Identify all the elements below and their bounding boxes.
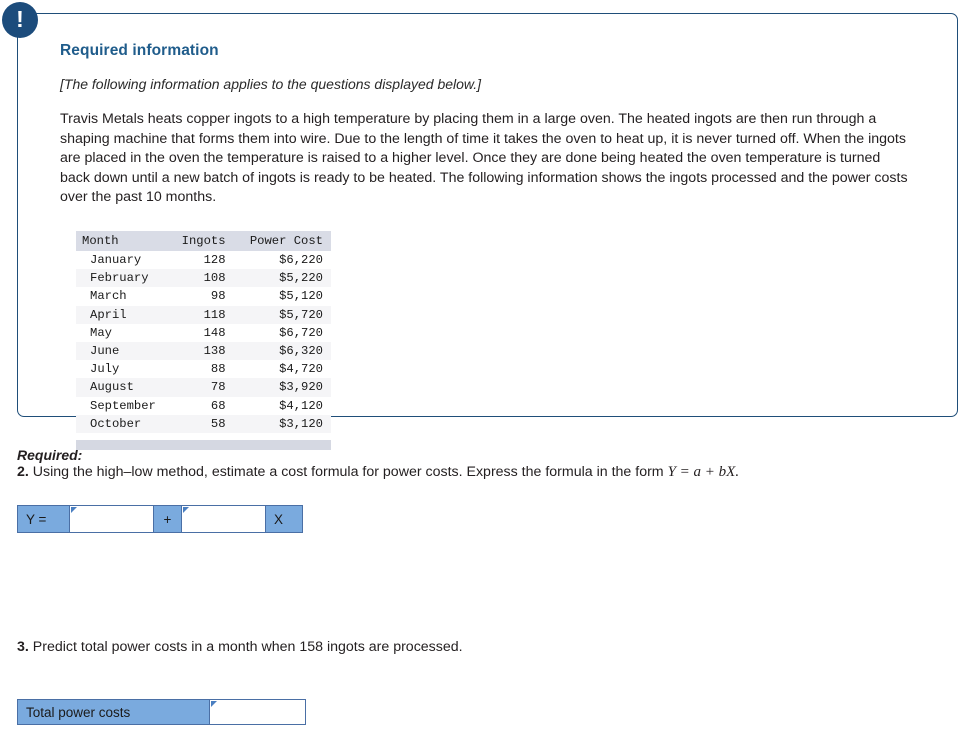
question-3-text: Predict total power costs in a month whe… — [28, 639, 463, 655]
cell-month: February — [76, 269, 170, 288]
question-2: 2. Using the high–low method, estimate a… — [17, 464, 739, 481]
table-row: October 58 $3,120 — [76, 414, 331, 433]
slope-input[interactable] — [182, 506, 265, 532]
table-header-row: Month Ingots Power Cost — [76, 231, 331, 251]
question-2-formula: Y = a + bX. — [667, 464, 740, 480]
x-variable-label: X — [266, 506, 302, 532]
page-title: Required information — [60, 42, 219, 59]
cell-month: March — [90, 289, 127, 304]
table-row: August 78 $3,920 — [76, 378, 331, 397]
table-head: Month Ingots Power Cost — [76, 231, 331, 251]
exclamation-glyph: ! — [16, 5, 24, 32]
cell-power-cost: $5,720 — [235, 305, 331, 324]
scenario-paragraph: Travis Metals heats copper ingots to a h… — [60, 111, 908, 205]
cell-month: October — [76, 414, 170, 433]
cell-power-cost: $3,920 — [235, 378, 331, 397]
cell-ingots: 68 — [210, 398, 226, 413]
ingots-power-cost-table-wrapper: Month Ingots Power Cost January 128 $6,2… — [76, 231, 331, 450]
cell-ingots: 98 — [210, 289, 226, 304]
column-header-ingots: Ingots — [169, 231, 236, 251]
total-power-costs-input[interactable] — [210, 700, 305, 724]
required-information-card: Required information [The following info… — [17, 13, 958, 450]
cell-power-cost: $6,320 — [235, 341, 331, 361]
cell-month: August — [76, 378, 170, 397]
cell-month: September — [90, 398, 156, 413]
table-footer-bar — [76, 439, 331, 450]
exclamation-icon: ! — [2, 2, 38, 38]
column-header-month: Month — [76, 231, 170, 251]
table-row: April 118 $5,720 — [76, 305, 331, 324]
input-marker-icon — [71, 507, 77, 513]
column-header-power-cost: Power Cost — [235, 231, 331, 251]
intercept-input-cell[interactable] — [70, 506, 154, 532]
cell-power-cost: $3,120 — [235, 414, 331, 433]
input-marker-icon — [183, 507, 189, 513]
question-2-text: Using the high–low method, estimate a co… — [28, 464, 668, 480]
cell-month: January — [90, 253, 142, 268]
cell-power-cost: $6,220 — [279, 253, 323, 268]
question-2-number: 2. — [17, 464, 29, 480]
cell-ingots: 78 — [169, 378, 236, 397]
cell-ingots: 88 — [210, 362, 226, 377]
cell-ingots: 58 — [169, 414, 236, 433]
input-marker-icon — [211, 701, 217, 707]
answer-row-total-power-costs: Total power costs — [17, 699, 306, 725]
table-row: July 88 $4,720 — [76, 360, 331, 378]
cell-power-cost: $4,120 — [279, 398, 323, 413]
table-row: June 138 $6,320 — [76, 341, 331, 361]
slope-input-cell[interactable] — [182, 506, 266, 532]
ingots-power-cost-table: Month Ingots Power Cost January 128 $6,2… — [76, 231, 331, 433]
table-row: January 128 $6,220 — [76, 251, 331, 269]
y-equals-label: Y = — [18, 506, 70, 532]
applies-to-note: [The following information applies to th… — [60, 76, 482, 92]
question-3-number: 3. — [17, 639, 29, 655]
cell-month: July — [90, 362, 120, 377]
cell-power-cost: $6,720 — [279, 325, 323, 340]
table-body: January 128 $6,220 February 108 $5,220 M… — [76, 251, 331, 433]
cell-month: April — [76, 305, 170, 324]
cell-power-cost: $4,720 — [279, 362, 323, 377]
cell-ingots: 138 — [169, 341, 236, 361]
plus-operator-label: + — [154, 506, 182, 532]
cell-ingots: 108 — [169, 269, 236, 288]
cell-ingots: 118 — [169, 305, 236, 324]
cell-month: May — [90, 325, 112, 340]
table-row: May 148 $6,720 — [76, 324, 331, 342]
cell-power-cost: $5,220 — [235, 269, 331, 288]
question-3: 3. Predict total power costs in a month … — [17, 639, 463, 655]
card-content: Required information [The following info… — [60, 42, 935, 208]
total-power-costs-label: Total power costs — [18, 700, 210, 724]
answer-row-formula: Y = + X — [17, 505, 303, 533]
table-row: February 108 $5,220 — [76, 269, 331, 288]
cell-power-cost: $5,120 — [279, 289, 323, 304]
required-label: Required: — [17, 447, 83, 463]
cell-ingots: 148 — [203, 325, 226, 340]
cell-ingots: 128 — [203, 253, 226, 268]
total-power-costs-input-cell[interactable] — [210, 700, 305, 724]
table-row: March 98 $5,120 — [76, 287, 331, 305]
table-row: September 68 $4,120 — [76, 397, 331, 415]
cell-month: June — [76, 341, 170, 361]
intercept-input[interactable] — [70, 506, 153, 532]
